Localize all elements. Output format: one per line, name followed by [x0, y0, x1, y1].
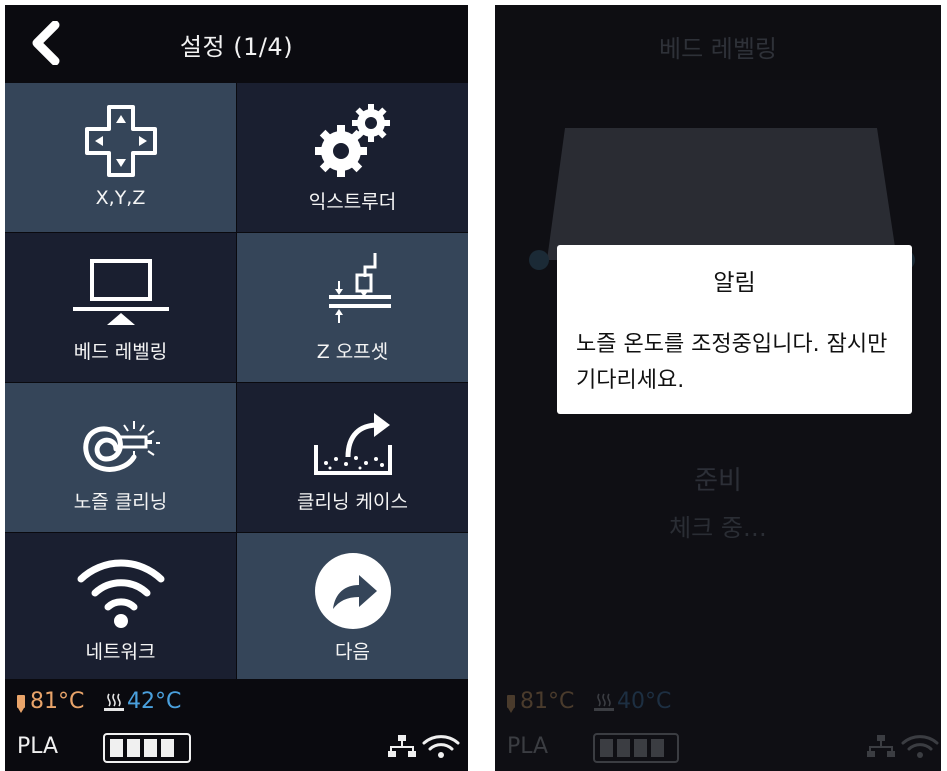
status-bar: 81°C 42°C PLA [5, 679, 468, 771]
tile-network[interactable]: 네트워크 [5, 533, 236, 682]
header: 설정 (1/4) [5, 5, 468, 83]
bed-view [495, 80, 941, 771]
nozzle-icon [507, 695, 515, 713]
z-offset-icon [328, 253, 391, 323]
network-status-icons [388, 735, 460, 758]
next-arrow-icon [314, 553, 391, 629]
filament-gauge [593, 733, 679, 763]
tile-cleaning-case[interactable]: 클리닝 케이스 [237, 383, 468, 532]
settings-grid: X,Y,Z 익스트루더 베드 레벨링 Z 오프셋 노즐 클리닝 클리닝 케이스 … [5, 83, 468, 682]
tile-label: 베드 레벨링 [73, 341, 168, 363]
material-label: PLA [507, 734, 549, 759]
tile-z-offset[interactable]: Z 오프셋 [237, 233, 468, 382]
cleaning-case-icon [313, 413, 392, 475]
leveling-state-detail: 체크 중… [669, 514, 767, 542]
heated-bed-icon [104, 693, 124, 711]
bed-temperature: 42°C [127, 689, 182, 714]
page-title: 베드 레벨링 [658, 35, 778, 63]
dpad-icon [84, 105, 157, 177]
ethernet-icon [388, 735, 416, 757]
tile-label: 다음 [335, 641, 370, 663]
tile-label: X,Y,Z [95, 187, 146, 209]
heated-bed-icon [594, 693, 614, 711]
bed-leveling-screen: 베드 레벨링 준비 체크 중… 알림 노즐 온도를 조정중입니다. 잠시만 기다… [495, 5, 941, 771]
dialog-message: 노즐 온도를 조정중입니다. 잠시만 기다리세요. [576, 332, 888, 393]
tile-next[interactable]: 다음 [237, 533, 468, 682]
tile-label: 네트워크 [85, 641, 156, 663]
bed-temperature: 40°C [617, 689, 672, 714]
page-title: 설정 (1/4) [179, 33, 294, 61]
network-status-icons [867, 735, 939, 758]
tile-label: 익스트루더 [308, 191, 397, 213]
tile-xyz[interactable]: X,Y,Z [5, 83, 236, 232]
leveling-state-title: 준비 [694, 466, 742, 496]
wifi-icon [77, 559, 164, 628]
gears-icon [314, 104, 390, 177]
nozzle-temperature: 81°C [520, 689, 575, 714]
wifi-status-icon [422, 735, 460, 751]
nozzle-cleaning-icon [82, 421, 160, 472]
tile-nozzle-cleaning[interactable]: 노즐 클리닝 [5, 383, 236, 532]
nozzle-icon [17, 695, 25, 713]
nozzle-temperature: 81°C [30, 689, 85, 714]
tile-label: 노즐 클리닝 [73, 491, 168, 513]
tile-extruder[interactable]: 익스트루더 [237, 83, 468, 232]
settings-screen: 설정 (1/4) X,Y,Z 익스트루더 베드 레벨링 Z 오프셋 노즐 클리닝… [5, 5, 468, 771]
header: 베드 레벨링 [495, 5, 941, 80]
ethernet-icon [867, 735, 895, 757]
dialog-title: 알림 [713, 270, 756, 296]
tile-label: Z 오프셋 [316, 341, 389, 363]
material-label: PLA [17, 734, 59, 759]
alert-dialog: 알림 노즐 온도를 조정중입니다. 잠시만 기다리세요. [557, 245, 912, 414]
tile-label: 클리닝 케이스 [297, 491, 408, 513]
tile-bed-leveling[interactable]: 베드 레벨링 [5, 233, 236, 382]
status-bar: 81°C 40°C PLA [495, 679, 941, 771]
filament-gauge [103, 733, 191, 763]
wifi-status-icon [901, 735, 939, 751]
bed-leveling-icon [72, 259, 169, 325]
